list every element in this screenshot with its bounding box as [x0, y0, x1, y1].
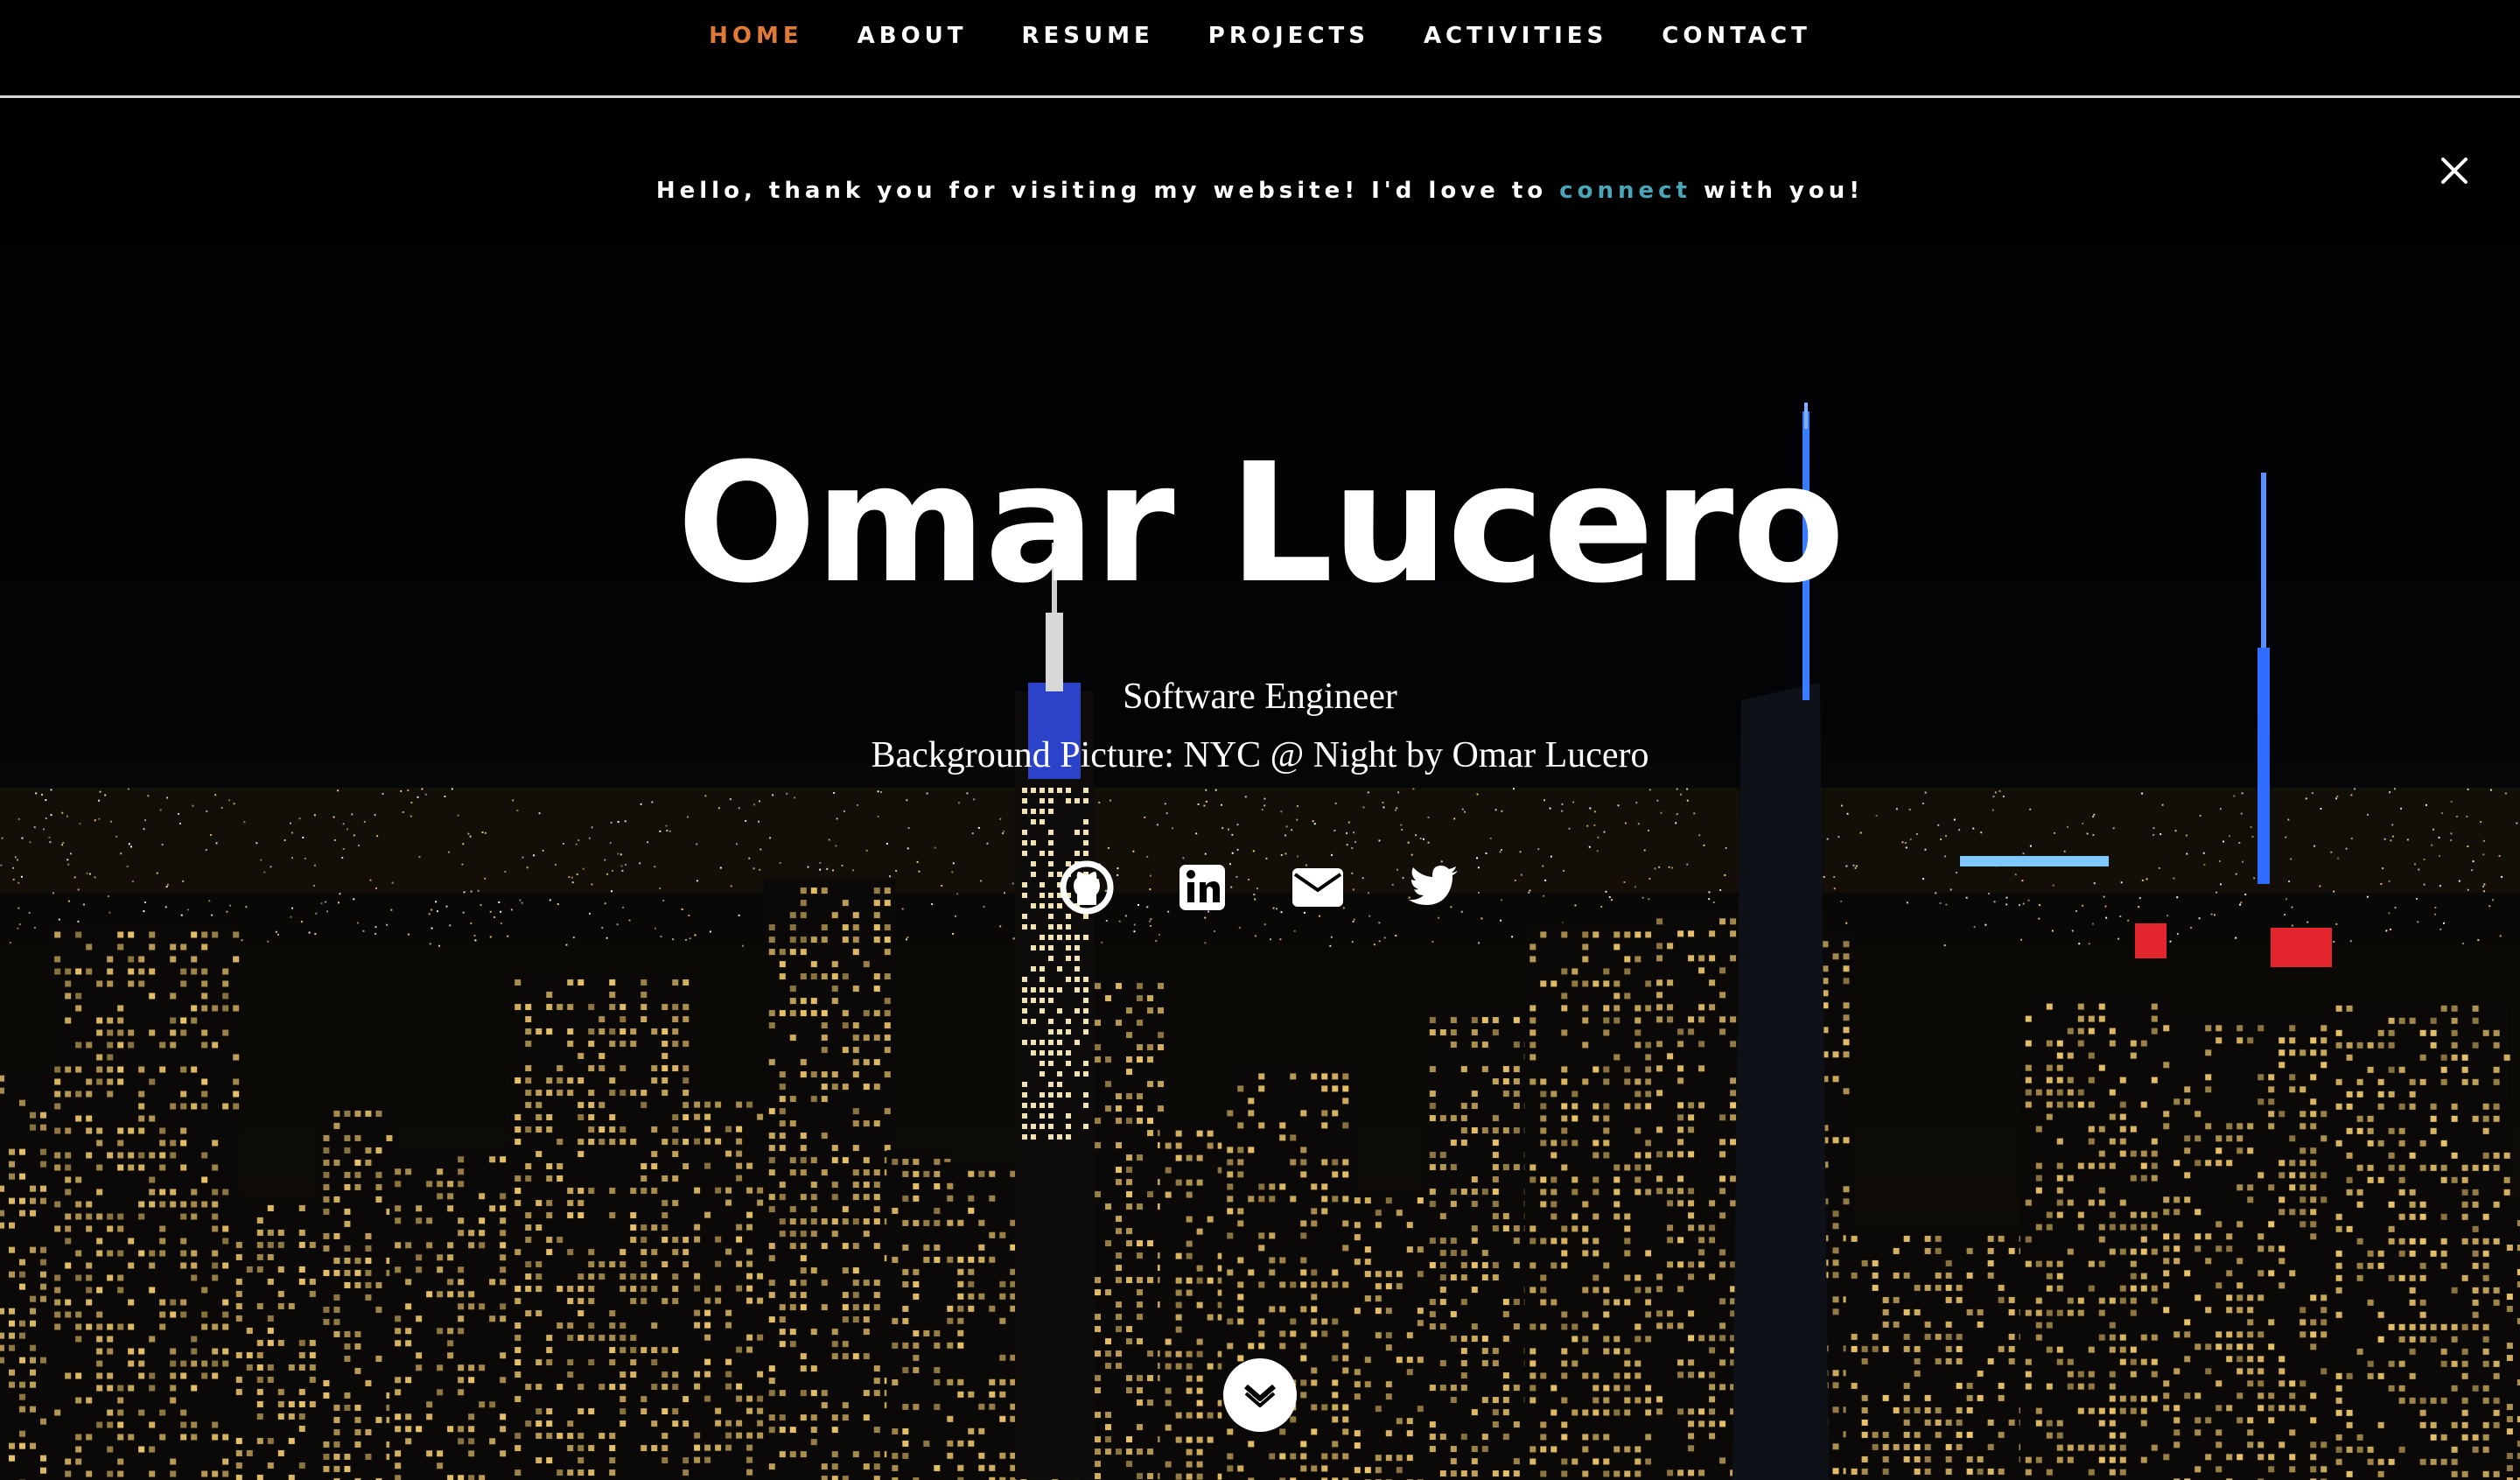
close-icon[interactable]	[2432, 149, 2476, 193]
scroll-down-button[interactable]	[1223, 1358, 1297, 1432]
nav-menu: HOME ABOUT RESUME PROJECTS ACTIVITIES CO…	[0, 23, 2520, 49]
twitter-icon[interactable]	[1405, 859, 1461, 915]
github-icon[interactable]	[1059, 859, 1115, 915]
announcement-text-before: Hello, thank you for visiting my website…	[655, 178, 1560, 204]
social-links	[1059, 859, 1461, 921]
nav-item-home[interactable]: HOME	[709, 23, 803, 49]
chevron-down-icon	[1244, 1384, 1276, 1407]
envelope-icon[interactable]	[1290, 859, 1346, 915]
announcement-banner: Hello, thank you for visiting my website…	[0, 178, 2520, 204]
nav-item-resume[interactable]: RESUME	[1022, 23, 1154, 49]
nav-item-contact[interactable]: CONTACT	[1662, 23, 1811, 49]
hero-name: Omar Lucero	[676, 428, 1844, 620]
hero-photo-credit: Background Picture: NYC @ Night by Omar …	[871, 735, 1649, 775]
linkedin-icon[interactable]	[1174, 859, 1230, 915]
nav-item-projects[interactable]: PROJECTS	[1208, 23, 1369, 49]
connect-link[interactable]: connect	[1559, 178, 1691, 204]
announcement-text-after: with you!	[1690, 178, 1865, 204]
top-navbar: HOME ABOUT RESUME PROJECTS ACTIVITIES CO…	[0, 0, 2520, 98]
hero-subtitle: Software Engineer	[1123, 677, 1397, 717]
nav-item-activities[interactable]: ACTIVITIES	[1424, 23, 1607, 49]
nav-item-about[interactable]: ABOUT	[858, 23, 968, 49]
